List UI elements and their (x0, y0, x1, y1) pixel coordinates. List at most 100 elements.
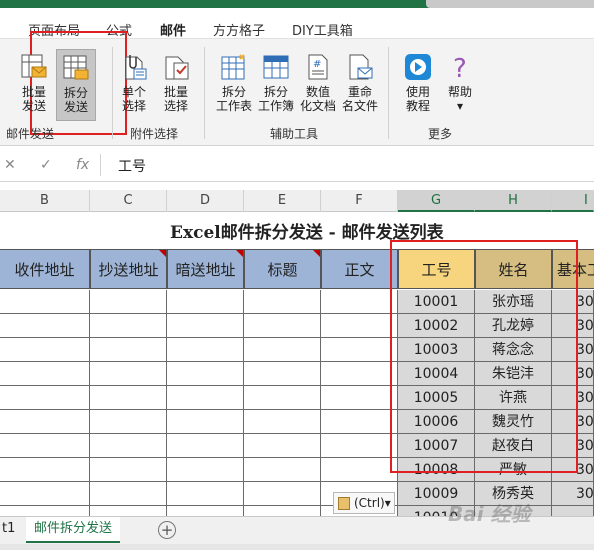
sheet-tab-1[interactable]: t1 (0, 517, 23, 543)
split-send-icon (62, 54, 90, 82)
cell-empty[interactable] (90, 482, 167, 506)
cell-empty[interactable] (167, 482, 244, 506)
split-sheet-button[interactable]: 拆分 工作表 (214, 53, 254, 113)
cell-empty[interactable] (244, 386, 321, 410)
cell-empty[interactable] (244, 458, 321, 482)
cell-empty[interactable] (0, 482, 90, 506)
number-to-doc-label-1: 数值 (305, 85, 330, 99)
cell-empty[interactable] (321, 410, 398, 434)
cell-empty[interactable] (0, 458, 90, 482)
split-workbook-label-1: 拆分 (263, 85, 288, 99)
cell-empty[interactable] (321, 314, 398, 338)
split-workbook-label-2: 工作簿 (257, 99, 294, 113)
column-header-c[interactable]: C (90, 190, 167, 212)
cell-empty[interactable] (0, 362, 90, 386)
cell-empty[interactable] (321, 386, 398, 410)
group-label-more: 更多 (428, 127, 453, 141)
svg-text:?: ? (453, 54, 467, 81)
cell-empty[interactable] (321, 290, 398, 314)
cell-empty[interactable] (90, 314, 167, 338)
cell-base-salary[interactable]: 300 (552, 482, 594, 506)
cell-empty[interactable] (321, 434, 398, 458)
cell-empty[interactable] (244, 338, 321, 362)
header-cell-bcc[interactable]: 暗送地址 (167, 249, 244, 289)
cell-empty[interactable] (0, 290, 90, 314)
header-cell-subject[interactable]: 标题 (244, 249, 321, 289)
cell-empty[interactable] (244, 410, 321, 434)
cell-empty[interactable] (0, 314, 90, 338)
cell-empty[interactable] (0, 386, 90, 410)
cell-empty[interactable] (0, 410, 90, 434)
watermark: Bai 经验 (448, 502, 531, 526)
rename-file-icon (346, 53, 374, 81)
cell-empty[interactable] (90, 362, 167, 386)
cancel-icon[interactable]: ✕ (4, 157, 16, 173)
cell-empty[interactable] (0, 434, 90, 458)
tutorial-button[interactable]: 使用 教程 (398, 53, 438, 113)
split-send-label-2: 发送 (63, 100, 88, 114)
column-header-h[interactable]: H (475, 190, 552, 212)
play-icon (404, 53, 432, 81)
group-label-mail-send: 邮件发送 (6, 127, 55, 141)
cell-empty[interactable] (90, 386, 167, 410)
help-label-1: 帮助 (447, 85, 472, 99)
rename-file-button[interactable]: 重命 名文件 (340, 53, 380, 113)
formula-input[interactable]: 工号 (118, 156, 146, 176)
cell-empty[interactable] (167, 386, 244, 410)
cell-empty[interactable] (244, 362, 321, 386)
tab-fangfang[interactable]: 方方格子 (213, 20, 265, 39)
split-sheet-icon (220, 53, 248, 81)
group-label-aux-tools: 辅助工具 (270, 127, 319, 141)
cell-empty[interactable] (167, 290, 244, 314)
number-to-doc-button[interactable]: # 数值 化文档 (298, 53, 338, 113)
tab-diy-toolbox[interactable]: DIY工具箱 (292, 20, 353, 39)
batch-select-button[interactable]: 批量 选择 (156, 53, 196, 113)
cell-empty[interactable] (90, 434, 167, 458)
cell-empty[interactable] (244, 434, 321, 458)
cell-empty[interactable] (90, 338, 167, 362)
cell-empty[interactable] (167, 458, 244, 482)
batch-send-label-2: 发送 (21, 99, 46, 113)
batch-send-button[interactable]: 批量 发送 (14, 53, 54, 113)
enter-icon[interactable]: ✓ (40, 157, 52, 173)
cell-empty[interactable] (244, 482, 321, 506)
column-header-g[interactable]: G (398, 190, 475, 212)
cell-empty[interactable] (321, 338, 398, 362)
help-label-2: ▾ (456, 99, 464, 113)
group-label-attachment: 附件选择 (130, 127, 179, 141)
tab-mail[interactable]: 邮件 (160, 20, 187, 47)
rename-file-label-2: 名文件 (341, 99, 378, 113)
single-select-button[interactable]: 单个 选择 (114, 53, 154, 113)
cell-empty[interactable] (321, 458, 398, 482)
header-cell-body[interactable]: 正文 (321, 249, 398, 289)
cell-empty[interactable] (244, 314, 321, 338)
cell-empty[interactable] (90, 290, 167, 314)
cell-empty[interactable] (90, 410, 167, 434)
cell-empty[interactable] (321, 362, 398, 386)
help-button[interactable]: ? 帮助 ▾ (440, 53, 480, 113)
cell-empty[interactable] (90, 458, 167, 482)
cell-empty[interactable] (167, 362, 244, 386)
paste-options-button[interactable]: (Ctrl)▾ (333, 492, 395, 514)
column-header-e[interactable]: E (244, 190, 321, 212)
add-sheet-button[interactable]: + (158, 521, 176, 539)
cell-empty[interactable] (167, 314, 244, 338)
column-header-b[interactable]: B (0, 190, 90, 212)
sheet-tab-mail-split[interactable]: 邮件拆分发送 (26, 517, 121, 543)
single-select-label-2: 选择 (121, 99, 146, 113)
column-header-f[interactable]: F (321, 190, 398, 212)
cell-empty[interactable] (244, 290, 321, 314)
header-cell-recipient[interactable]: 收件地址 (0, 249, 90, 289)
cell-empty[interactable] (0, 338, 90, 362)
column-header-i[interactable]: I (552, 190, 594, 212)
split-send-button[interactable]: 拆分 发送 (56, 49, 96, 121)
column-header-d[interactable]: D (167, 190, 244, 212)
title-bar (0, 0, 594, 8)
cell-empty[interactable] (167, 338, 244, 362)
header-cell-cc[interactable]: 抄送地址 (90, 249, 167, 289)
checklist-icon (162, 53, 190, 81)
cell-empty[interactable] (167, 410, 244, 434)
cell-empty[interactable] (167, 434, 244, 458)
fx-icon[interactable]: fx (76, 157, 89, 173)
split-workbook-button[interactable]: 拆分 工作簿 (256, 53, 296, 113)
